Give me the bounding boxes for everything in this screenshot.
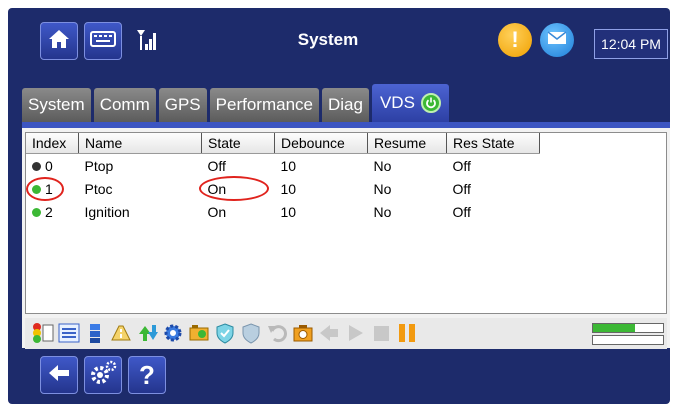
tab-label: VDS [379,93,415,112]
index-cell: 1 [26,177,79,200]
alert-button[interactable]: ! [498,23,532,57]
road-icon[interactable] [109,321,133,345]
index-cell: 0 [26,154,79,178]
undo-icon[interactable] [265,321,289,345]
page-title: System [297,30,359,49]
status-dot [32,185,41,195]
tab-bar: System Comm GPS Performance Diag VDS [22,84,452,122]
res-state-cell: Off [452,180,471,197]
transfer-icon[interactable] [135,321,159,345]
table-row[interactable]: 1 Ptoc On 10 No Off [26,177,540,200]
state-cell: On [207,180,227,197]
table-header-row: Index Name State Debounce Resume Res Sta… [26,133,540,154]
res-state-cell: Off [452,157,471,174]
tab-label: System [28,95,85,114]
pause-icon[interactable] [395,321,419,345]
column-header-debounce[interactable]: Debounce [274,133,368,154]
resume-cell: No [373,157,392,174]
index-cell: 2 [26,200,79,223]
debounce-cell: 10 [280,203,297,220]
stop-icon[interactable] [369,321,393,345]
home-button[interactable] [40,22,78,60]
vds-table-container: Index Name State Debounce Resume Res Sta… [25,132,667,314]
state-cell: On [207,203,227,220]
tab-label: Comm [99,95,150,114]
res-state-cell: Off [452,203,471,220]
progress-track-top [592,323,664,333]
keyboard-button[interactable] [84,22,122,60]
message-icon [547,30,567,50]
resume-cell: No [373,203,392,220]
name-cell: Ptop [84,157,114,174]
tab-comm[interactable]: Comm [93,88,156,122]
back-button[interactable] [40,356,78,394]
table-row[interactable]: 0 Ptop Off 10 No Off [26,154,540,178]
list-icon[interactable] [57,321,81,345]
forward-icon[interactable] [317,321,341,345]
debounce-cell: 10 [280,157,297,174]
table-row[interactable]: 2 Ignition On 10 No Off [26,200,540,223]
progress-fill [593,324,635,332]
message-button[interactable] [540,23,574,57]
home-icon [47,28,71,55]
tab-label: Performance [215,95,313,114]
settings-icon [89,360,117,391]
vds-table: Index Name State Debounce Resume Res Sta… [26,133,540,223]
name-cell: Ptoc [84,180,113,197]
tab-gps[interactable]: GPS [158,88,207,122]
column-header-res-state[interactable]: Res State [446,133,540,154]
tab-label: GPS [164,95,201,114]
play-icon[interactable] [343,321,367,345]
toolbar [25,318,667,349]
tab-diag[interactable]: Diag [321,88,369,122]
progress-meter [592,323,664,345]
alert-icon: ! [511,27,519,52]
device-screen: System ! 12:04 PM System Comm GPS Perfor… [8,8,670,404]
tab-vds[interactable]: VDS [371,84,449,122]
tab-label: Diag [327,95,363,114]
help-button[interactable]: ? [128,356,166,394]
top-bar: System ! 12:04 PM [8,8,670,78]
index-value: 2 [45,203,53,220]
back-arrow-icon [47,363,71,388]
stack-icon[interactable] [83,321,107,345]
index-value: 1 [45,180,53,197]
debounce-cell: 10 [280,180,297,197]
diagnostics-icon[interactable] [187,321,211,345]
status-lights-icon[interactable] [31,321,55,345]
index-value: 0 [45,157,53,174]
status-dot [32,162,41,172]
state-cell: Off [207,157,226,174]
column-header-name[interactable]: Name [78,133,202,154]
column-header-resume[interactable]: Resume [367,133,447,154]
tab-system[interactable]: System [22,88,91,122]
shield-icon[interactable] [213,321,237,345]
progress-track-bottom [592,335,664,345]
keyboard-icon [90,30,116,52]
signal-icon [136,28,158,57]
column-header-index[interactable]: Index [26,133,79,154]
name-cell: Ignition [84,203,130,220]
column-header-state[interactable]: State [201,133,275,154]
power-icon[interactable] [420,93,441,113]
vds-panel: Index Name State Debounce Resume Res Sta… [22,122,670,349]
clock-display: 12:04 PM [594,29,668,59]
gear-icon[interactable] [161,321,185,345]
shield-plain-icon[interactable] [239,321,263,345]
camera-icon[interactable] [291,321,315,345]
resume-cell: No [373,180,392,197]
status-dot [32,208,41,218]
settings-button[interactable] [84,356,122,394]
tab-performance[interactable]: Performance [209,88,319,122]
